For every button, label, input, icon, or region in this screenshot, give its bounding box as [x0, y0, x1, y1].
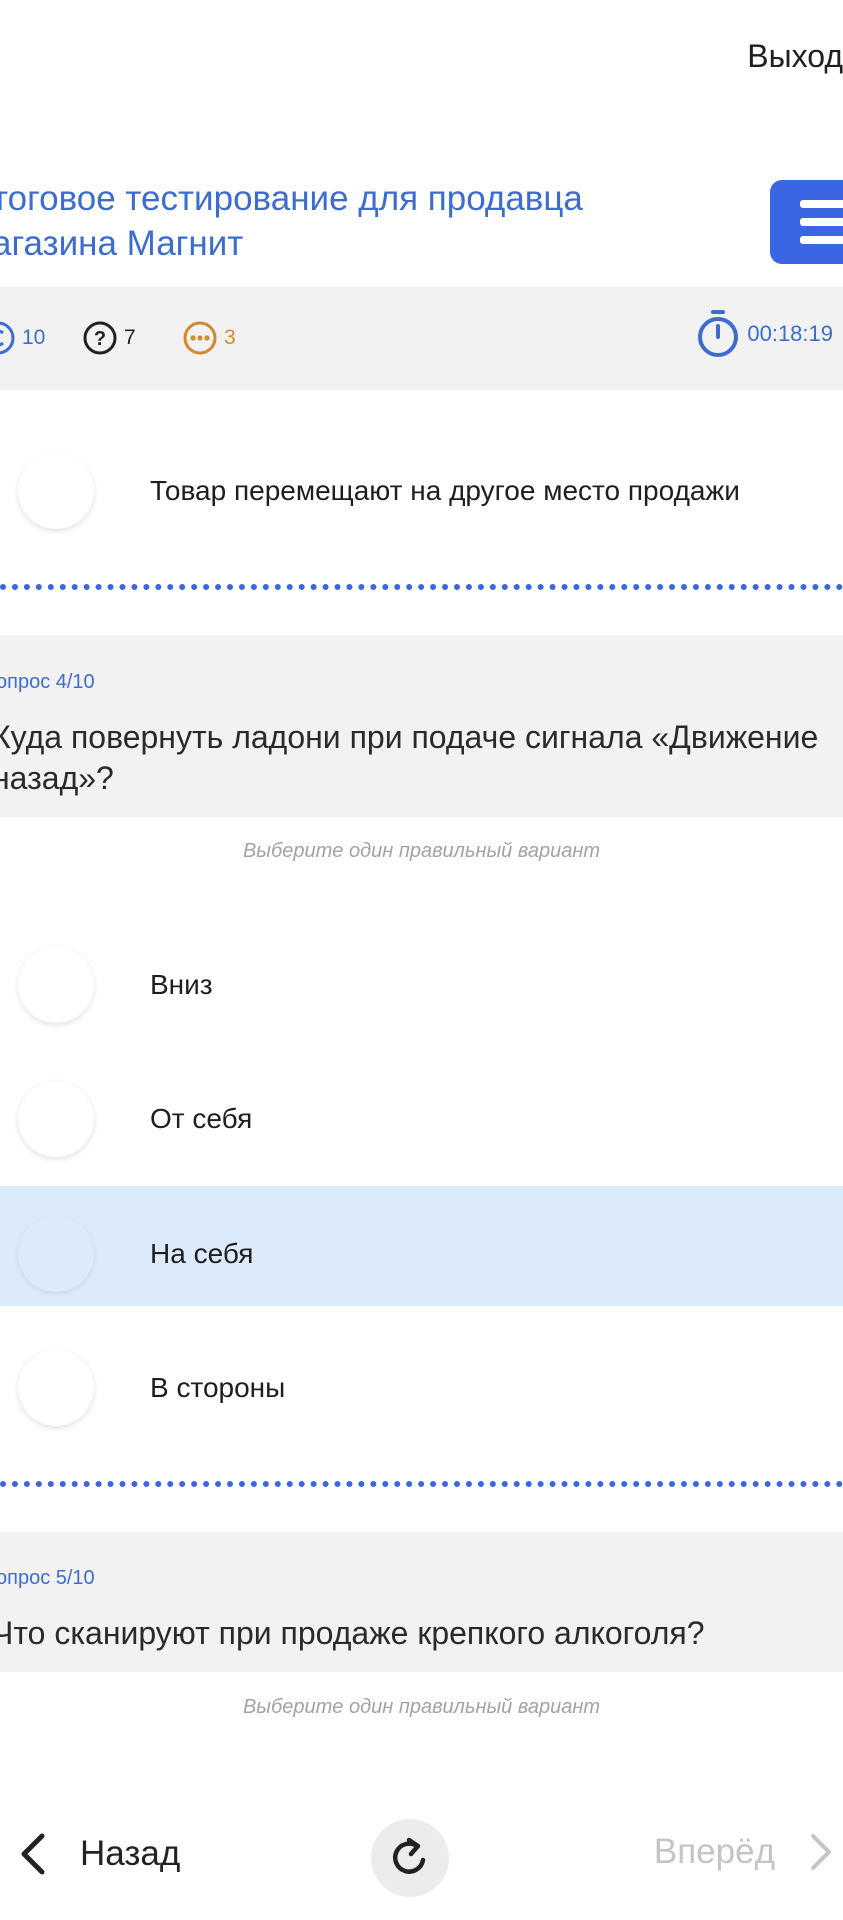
back-label: Назад [80, 1834, 181, 1873]
answer-option[interactable]: В стороны [0, 1320, 843, 1440]
question-divider [0, 1481, 843, 1487]
refresh-icon [392, 1837, 426, 1874]
stopwatch-icon [698, 310, 739, 357]
stats-bar: 10 ? 7 3 00:18:19 [0, 287, 843, 390]
chevron-right-icon [811, 1834, 831, 1870]
test-title: тоговое тестирование для продавца агазин… [0, 179, 583, 263]
unanswered-stat: ? 7 [82, 317, 136, 359]
timer: 00:18:19 [695, 309, 833, 359]
answer-option-selected[interactable]: На себя [0, 1186, 843, 1306]
forward-label: Вперёд [653, 1832, 775, 1871]
timer-value: 00:18:19 [747, 321, 833, 346]
skipped-count: 3 [224, 326, 236, 349]
option-label: На себя [150, 1238, 254, 1269]
question-number: опрос 4/10 [0, 671, 95, 693]
option-label: Вниз [150, 969, 213, 1000]
question-number: опрос 5/10 [0, 1567, 95, 1589]
question-circle-icon: ? [83, 321, 117, 355]
radio-button[interactable] [18, 1350, 94, 1426]
radio-button[interactable] [18, 947, 94, 1023]
radio-button[interactable] [18, 1081, 94, 1157]
answer-hint: Выберите один правильный вариант [242, 1696, 601, 1718]
answer-option[interactable]: Товар перемещают на другое место продажи [0, 423, 843, 543]
more-circle-icon [183, 321, 217, 355]
radio-button[interactable] [18, 1216, 94, 1292]
option-label: В стороны [150, 1372, 286, 1403]
radio-button[interactable] [18, 453, 94, 529]
answer-hint: Выберите один правильный вариант [242, 840, 601, 862]
chevron-left-icon [21, 1833, 45, 1875]
unanswered-count: 7 [124, 326, 136, 349]
answer-option[interactable]: От себя [0, 1051, 843, 1171]
copyright-circle-icon [0, 321, 15, 355]
question-text: Куда повернуть ладони при подаче сигнала… [0, 719, 819, 796]
total-questions-stat: 10 [0, 317, 45, 359]
menu-button[interactable] [770, 180, 843, 264]
total-count: 10 [22, 326, 46, 349]
forward-button[interactable]: Вперёд [654, 1830, 835, 1874]
answer-option[interactable]: Вниз [0, 917, 843, 1037]
question-divider [0, 584, 843, 590]
question-header: опрос 4/10 Куда повернуть ладони при под… [0, 635, 843, 817]
exit-button[interactable]: Выход [747, 38, 843, 75]
svg-text:?: ? [94, 328, 106, 350]
question-text: Что сканируют при продаже крепкого алког… [0, 1615, 705, 1651]
skipped-stat: 3 [182, 317, 236, 359]
back-button[interactable]: Назад [16, 1830, 180, 1878]
reload-button[interactable] [371, 1819, 449, 1897]
option-label: От себя [150, 1103, 253, 1134]
question-header: опрос 5/10 Что сканируют при продаже кре… [0, 1532, 843, 1672]
option-label: Товар перемещают на другое место продажи [150, 475, 740, 506]
